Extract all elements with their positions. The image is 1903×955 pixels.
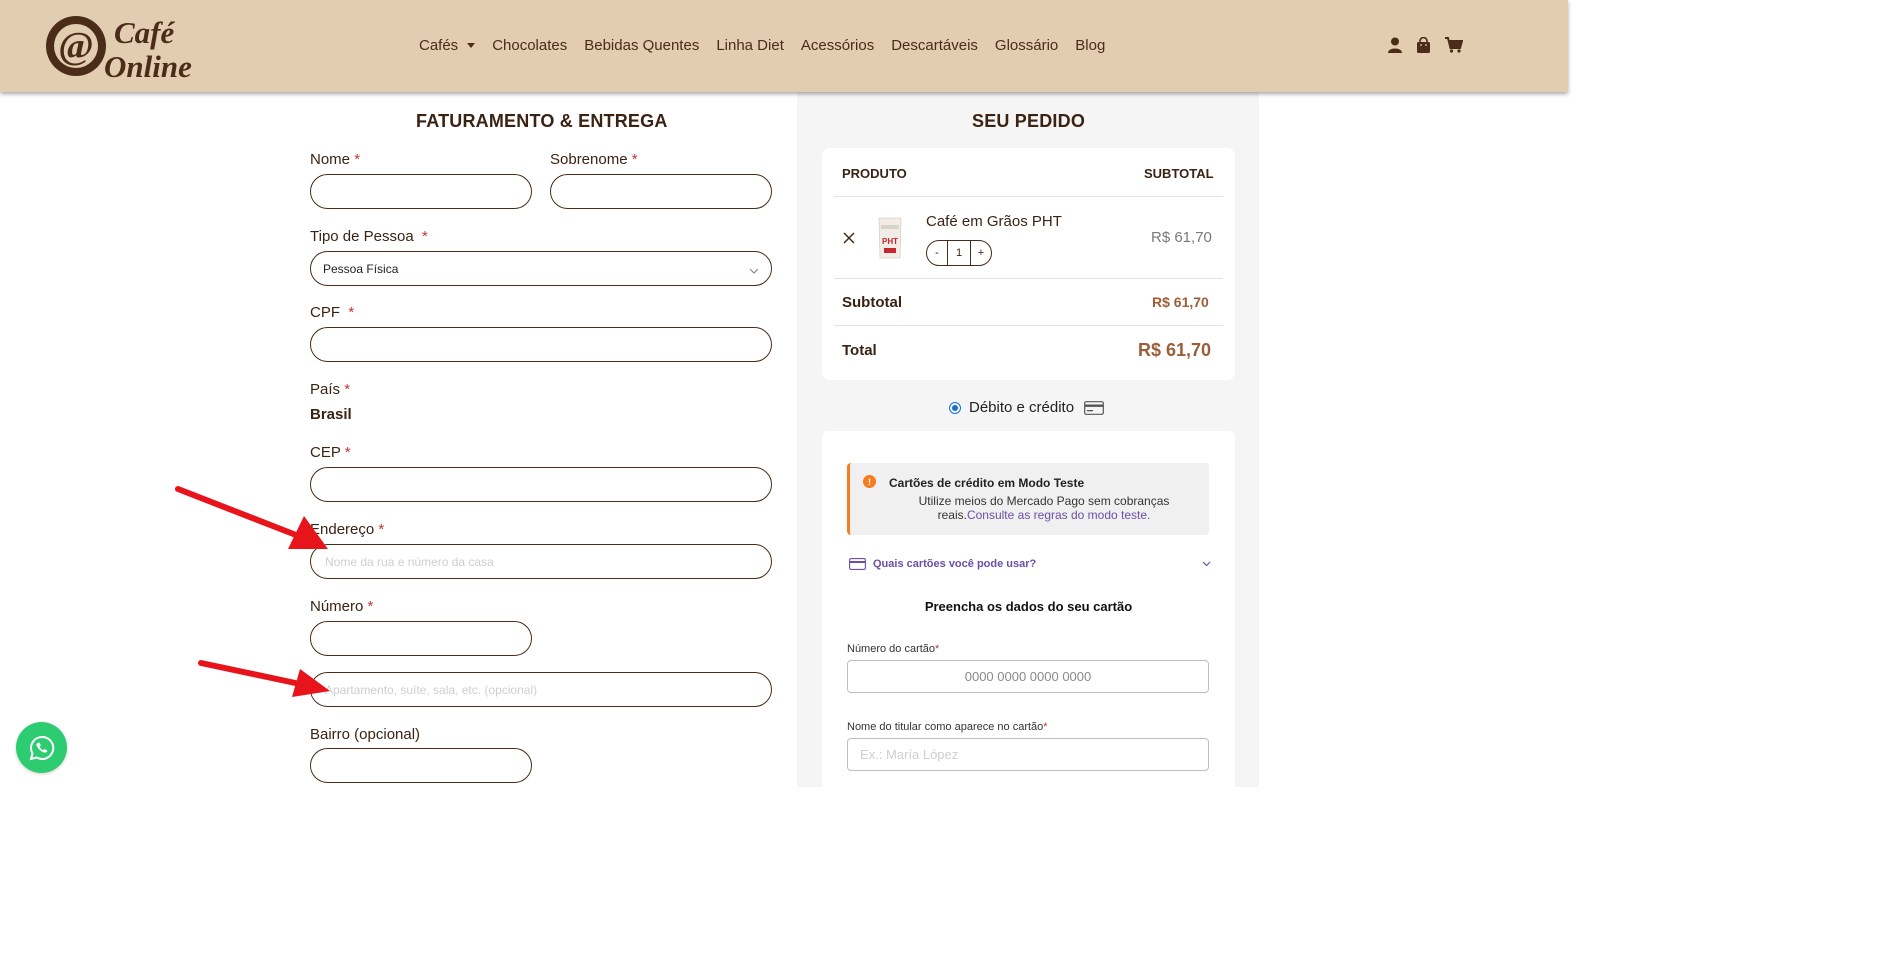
- endereco-input[interactable]: [310, 544, 772, 579]
- pais-label: País *: [310, 381, 351, 398]
- numero-input[interactable]: [310, 621, 532, 656]
- card-number-label: Número do cartão*: [847, 643, 940, 655]
- qty-plus-button[interactable]: +: [971, 247, 991, 259]
- chevron-down-icon[interactable]: [467, 42, 476, 48]
- divider: [834, 196, 1223, 197]
- cep-input[interactable]: [310, 467, 772, 502]
- payment-radio[interactable]: [949, 401, 961, 414]
- whatsapp-button[interactable]: [16, 722, 67, 773]
- product-thumbnail[interactable]: PHT: [876, 215, 904, 260]
- annotation-arrow-endereco: [175, 486, 328, 549]
- payment-method-label[interactable]: Débito e crédito: [969, 399, 1074, 416]
- cpf-input[interactable]: [310, 327, 772, 362]
- tipo-pessoa-select[interactable]: Pessoa Física: [310, 251, 772, 286]
- notice-text: Utilize meios do Mercado Pago sem cobran…: [918, 494, 1170, 522]
- endereco-label: Endereço *: [310, 521, 385, 538]
- numero-label: Número *: [310, 598, 374, 615]
- remove-item-icon[interactable]: [842, 231, 856, 250]
- nav-item-chocolates[interactable]: Chocolates: [492, 37, 567, 54]
- complemento-input[interactable]: [310, 672, 772, 707]
- which-cards-accordion[interactable]: Quais cartões você pode usar?: [849, 556, 1211, 572]
- order-title: SEU PEDIDO: [972, 111, 1086, 131]
- main-nav: Cafés Chocolates Bebidas Quentes Linha D…: [419, 37, 1122, 54]
- logo-text-line2: Online: [104, 49, 192, 82]
- card-holder-input[interactable]: [847, 738, 1209, 771]
- credit-card-icon: [849, 558, 866, 570]
- bairro-input[interactable]: [310, 748, 532, 783]
- total-label: Total: [842, 342, 877, 359]
- header-icons: [1388, 37, 1477, 53]
- col-product-header: PRODUTO: [842, 166, 907, 181]
- chevron-down-icon[interactable]: [1202, 561, 1211, 567]
- bairro-label: Bairro (opcional): [310, 726, 421, 743]
- nav-item-cafes[interactable]: Cafés: [419, 37, 476, 54]
- nav-item-blog[interactable]: Blog: [1075, 37, 1105, 54]
- nav-item-linha-diet[interactable]: Linha Diet: [716, 37, 784, 54]
- qty-minus-button[interactable]: -: [927, 247, 947, 259]
- total-value: R$ 61,70: [1138, 340, 1212, 360]
- card-number-input[interactable]: [847, 660, 1209, 693]
- quantity-stepper: - 1 +: [926, 240, 992, 266]
- user-icon[interactable]: [1388, 37, 1402, 53]
- shopping-bag-icon[interactable]: [1416, 37, 1431, 53]
- divider: [834, 278, 1223, 279]
- divider: [834, 325, 1223, 326]
- card-form-title: Preencha os dados do seu cartão: [924, 599, 1133, 614]
- cpf-label: CPF *: [310, 304, 355, 321]
- col-subtotal-header: SUBTOTAL: [1144, 166, 1214, 181]
- qty-value[interactable]: 1: [947, 241, 971, 265]
- pais-value: Brasil: [310, 406, 352, 423]
- site-logo[interactable]: @ Café Online: [44, 12, 194, 84]
- product-name[interactable]: Café em Grãos PHT: [926, 213, 1062, 230]
- sobrenome-input[interactable]: [550, 174, 772, 209]
- credit-card-icon: [1084, 400, 1104, 415]
- nome-label: Nome *: [310, 151, 361, 168]
- annotation-arrows: [175, 486, 330, 697]
- notice-title: Cartões de crédito em Modo Teste: [889, 476, 1085, 490]
- payment-method-option[interactable]: Débito e crédito: [949, 399, 1104, 416]
- which-cards-label[interactable]: Quais cartões você pode usar?: [873, 558, 1036, 570]
- warning-icon: !: [863, 475, 876, 488]
- chevron-down-icon: [749, 264, 759, 278]
- cart-icon[interactable]: [1445, 37, 1463, 53]
- nav-item-descartaveis[interactable]: Descartáveis: [891, 37, 978, 54]
- nav-item-bebidas-quentes[interactable]: Bebidas Quentes: [584, 37, 699, 54]
- logo-graphic: @ Café Online: [46, 15, 192, 84]
- tipo-pessoa-label: Tipo de Pessoa *: [310, 228, 428, 245]
- line-item-price: R$ 61,70: [1151, 229, 1212, 246]
- whatsapp-icon: [29, 735, 54, 760]
- logo-text-line1: Café: [114, 15, 176, 50]
- billing-title: FATURAMENTO & ENTREGA: [416, 111, 668, 131]
- cep-label: CEP *: [310, 444, 351, 461]
- sobrenome-label: Sobrenome *: [550, 151, 638, 168]
- subtotal-value: R$ 61,70: [1152, 294, 1209, 310]
- test-mode-rules-link[interactable]: Consulte as regras do modo teste.: [967, 508, 1150, 522]
- subtotal-label: Subtotal: [842, 294, 902, 311]
- nav-item-glossario[interactable]: Glossário: [995, 37, 1058, 54]
- site-header: @ Café Online Cafés Chocolates Bebidas Q…: [0, 0, 1568, 92]
- thumb-label: PHT: [882, 237, 898, 246]
- card-holder-label: Nome do titular como aparece no cartão*: [847, 721, 1048, 733]
- logo-mark: @: [58, 25, 93, 67]
- nav-item-acessorios[interactable]: Acessórios: [801, 37, 874, 54]
- tipo-pessoa-value: Pessoa Física: [323, 261, 399, 276]
- nome-input[interactable]: [310, 174, 532, 209]
